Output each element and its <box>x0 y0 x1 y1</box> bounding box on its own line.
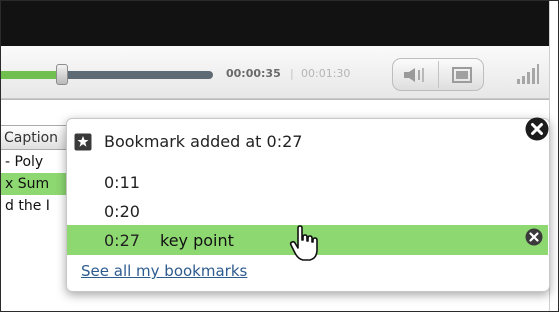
video-area[interactable] <box>1 1 549 46</box>
transcript-line[interactable]: - Poly <box>1 151 67 173</box>
window-edge <box>549 1 558 311</box>
fullscreen-button[interactable] <box>439 58 485 91</box>
speaker-icon <box>404 67 424 82</box>
signal-bars-icon[interactable] <box>516 63 540 85</box>
time-separator: | <box>290 67 294 80</box>
remove-bookmark-icon[interactable] <box>525 228 543 246</box>
bookmark-time[interactable]: 0:27 <box>104 226 140 256</box>
screen-icon <box>452 66 472 83</box>
transcript-line[interactable]: d the I <box>1 195 67 217</box>
popup-title: Bookmark added at 0:27 <box>104 132 303 151</box>
video-player-window: 00:00:35 | 00:01:30 Caption - Poly x Sum… <box>0 0 559 312</box>
bookmark-time[interactable]: 0:20 <box>104 197 140 227</box>
tab-caption[interactable]: Caption <box>1 125 73 150</box>
hand-cursor-icon <box>289 225 318 261</box>
bookmark-star-icon <box>74 133 92 151</box>
close-icon[interactable] <box>525 117 549 141</box>
progress-played[interactable] <box>1 71 62 79</box>
bookmark-note[interactable]: key point <box>160 226 234 256</box>
bookmark-time[interactable]: 0:11 <box>104 168 140 198</box>
see-all-bookmarks-link[interactable]: See all my bookmarks <box>81 261 247 281</box>
total-time: 00:01:30 <box>301 67 351 80</box>
progress-handle[interactable] <box>56 64 68 85</box>
current-time: 00:00:35 <box>226 67 281 80</box>
transcript-line-highlighted[interactable]: x Sum <box>1 173 67 195</box>
volume-button[interactable] <box>392 58 438 91</box>
